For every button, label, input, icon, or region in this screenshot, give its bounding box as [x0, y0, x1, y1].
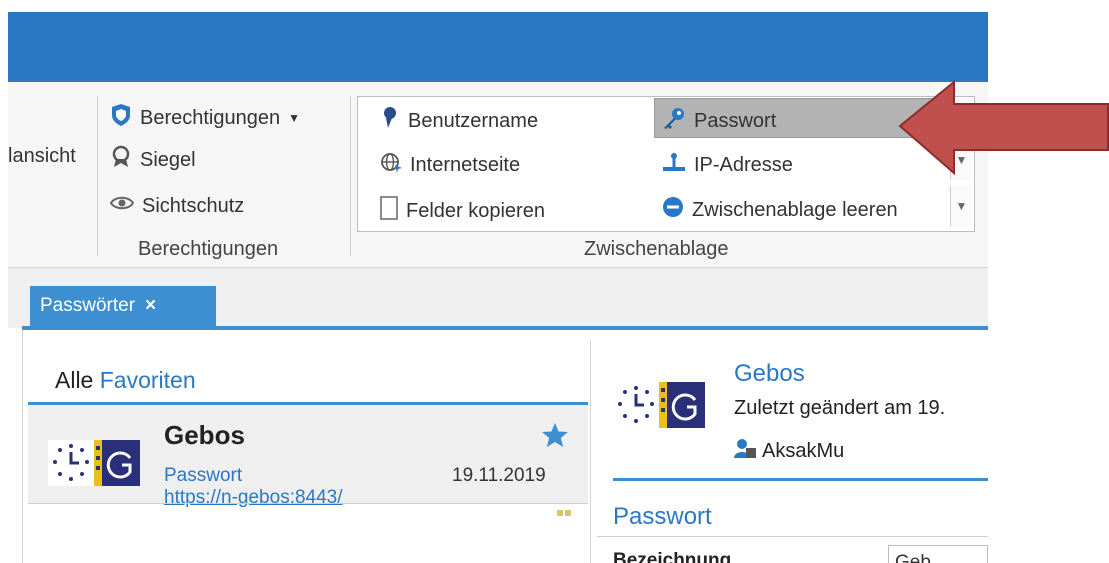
list-item-date: 19.11.2019: [452, 465, 546, 486]
clear-clipboard-button[interactable]: Zwischenablage leeren: [662, 196, 898, 224]
favorites-filter-link[interactable]: Favoriten: [100, 367, 196, 393]
siegel-label: Siegel: [140, 148, 196, 171]
field-value-input[interactable]: Geb: [888, 545, 988, 563]
ribbon-separator: [97, 96, 98, 256]
copy-ip-button[interactable]: IP-Adresse: [662, 151, 793, 179]
copy-fields-button[interactable]: Felder kopieren: [380, 196, 545, 226]
section-divider: [597, 536, 988, 537]
passwort-label: Passwort: [694, 109, 777, 132]
internetseite-label: Internetseite: [410, 153, 521, 176]
ribbon-partial-label: lansicht: [8, 145, 76, 167]
ip-adresse-label: IP-Adresse: [694, 153, 793, 176]
detail-title: Gebos: [734, 360, 805, 387]
chevron-down-icon: ▼: [288, 111, 300, 125]
copy-website-button[interactable]: Internetseite: [380, 151, 520, 179]
user-group-icon: [734, 438, 756, 464]
gallery-more-button[interactable]: ▼: [950, 186, 972, 226]
clock-icon: [48, 440, 94, 486]
detail-owner: AksakMu: [734, 438, 844, 464]
key-icon: [662, 106, 686, 136]
clipboard-group-label: Zwischenablage: [584, 238, 729, 260]
field-label: Bezeichnung: [613, 550, 732, 563]
felder-kopieren-label: Felder kopieren: [406, 199, 545, 222]
user-icon: [380, 106, 400, 136]
list-item-type: Passwort: [164, 465, 243, 486]
copy-password-button[interactable]: Passwort: [662, 106, 776, 136]
sichtschutz-label: Sichtschutz: [142, 194, 245, 217]
tab-passwoerter[interactable]: Passwörter ×: [30, 286, 216, 326]
list-header-prefix: Alle: [55, 367, 94, 393]
clock-icon: [613, 382, 659, 428]
eye-icon: [109, 193, 135, 219]
close-icon[interactable]: ×: [145, 295, 156, 317]
zwischenablage-leeren-label: Zwischenablage leeren: [692, 198, 898, 221]
tile-icon: [557, 505, 573, 523]
g-icon: [659, 382, 705, 428]
list-separator: [28, 503, 588, 504]
berechtigungen-button[interactable]: Berechtigungen ▼: [110, 103, 300, 133]
detail-owner-name: AksakMu: [762, 439, 845, 462]
benutzername-label: Benutzername: [408, 109, 539, 132]
field-value: Geb: [895, 552, 931, 563]
clear-icon: [662, 196, 684, 224]
window-titlebar: [8, 12, 988, 82]
g-icon: [94, 440, 140, 486]
network-icon: [662, 151, 686, 179]
pane-splitter[interactable]: [590, 340, 591, 563]
detail-logo: [613, 382, 705, 428]
ribbon-partial-view-button[interactable]: lansicht: [8, 145, 76, 168]
red-arrow-annotation: [898, 80, 1109, 176]
tab-label: Passwörter: [40, 295, 136, 316]
document-icon: [380, 196, 398, 226]
sichtschutz-button[interactable]: Sichtschutz: [109, 193, 245, 219]
favorite-star-icon[interactable]: [541, 422, 569, 453]
list-item-url-link[interactable]: https://n-gebos:8443/: [164, 487, 343, 509]
berechtigungen-group-label: Berechtigungen: [138, 238, 279, 260]
detail-section-title: Passwort: [613, 503, 712, 530]
ribbon-separator: [350, 96, 351, 256]
seal-icon: [110, 145, 132, 175]
list-item-title: Gebos: [164, 420, 245, 450]
globe-icon: [380, 151, 402, 179]
copy-username-button[interactable]: Benutzername: [380, 106, 538, 136]
detail-separator: [613, 478, 988, 481]
detail-last-changed: Zuletzt geändert am 19.: [734, 397, 946, 419]
gebos-logo: [48, 440, 140, 486]
berechtigungen-label: Berechtigungen: [140, 106, 281, 129]
siegel-button[interactable]: Siegel: [110, 145, 196, 175]
shield-icon: [110, 103, 132, 133]
list-header: Alle Favoriten: [55, 367, 196, 394]
